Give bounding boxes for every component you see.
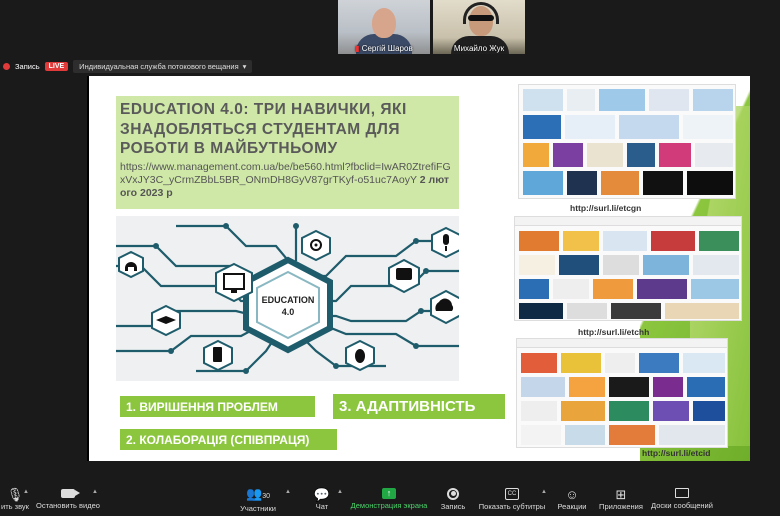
share-screen-button[interactable]: ↑ Демонстрация экрана [350, 482, 428, 516]
skill-adaptability: 3. АДАПТИВНІСТЬ [333, 394, 505, 419]
recording-status-bar: Запись LIVE Индивидуальная служба потоко… [0, 58, 253, 74]
education-40-illustration: EDUCATION 4.0 [116, 216, 459, 381]
chat-label: Чат [315, 502, 329, 511]
caret-up-icon: ▲ [23, 489, 29, 495]
whiteboards-label: Доски сообщений [651, 501, 713, 510]
show-captions-button[interactable]: CC Показать субтитры [478, 482, 546, 516]
chat-options-caret[interactable]: ▲ [336, 482, 344, 516]
apps-label: Приложения [599, 502, 643, 511]
participant-tile-2[interactable]: Михайло Жук [433, 0, 525, 54]
participant-name-text: Михайло Жук [453, 44, 505, 53]
presentation-slide: EDUCATION 4.0: ТРИ НАВИЧКИ, ЯКІ ЗНАДОБЛЯ… [89, 76, 750, 461]
recording-label[interactable]: Запись [15, 62, 40, 71]
apps-button[interactable]: ⊞ Приложения [598, 482, 644, 516]
slide-source-url: https://www.management.com.ua/be/be560.h… [120, 160, 451, 186]
whiteboard-icon [675, 488, 689, 498]
skill-collaboration: 2. КОЛАБОРАЦІЯ (СПІВПРАЦЯ) [120, 429, 337, 450]
participants-button[interactable]: 👥30 Участники [238, 482, 278, 516]
captions-options-caret[interactable]: ▲ [540, 482, 548, 516]
participants-options-caret[interactable]: ▲ [284, 482, 292, 516]
shared-screen: EDUCATION 4.0: ТРИ НАВИЧКИ, ЯКІ ЗНАДОБЛЯ… [87, 76, 750, 461]
record-label: Запись [440, 501, 466, 511]
chat-button[interactable]: 💬 Чат [309, 482, 335, 516]
reactions-label: Реакции [557, 502, 587, 511]
meeting-toolbar: 🎙 ить звук ▲ Остановить видео ▲ 👥30 Учас… [0, 482, 780, 516]
record-icon [447, 487, 459, 500]
participants-count: 30 [262, 492, 270, 500]
closed-captions-icon: CC [504, 487, 520, 500]
microphone-icon: 🎙 [6, 487, 24, 502]
live-badge[interactable]: LIVE [44, 61, 69, 71]
caret-up-icon: ▲ [541, 489, 547, 495]
participant-name: ▮ Сергій Шаров [338, 44, 430, 53]
share-screen-label: Демонстрация экрана [350, 501, 428, 510]
video-camera-icon [61, 488, 80, 498]
circuit-diagram: EDUCATION 4.0 [116, 223, 459, 374]
participant-tile-1[interactable]: ▮ Сергій Шаров [338, 0, 430, 54]
hexagon-label-bottom: 4.0 [282, 307, 295, 317]
caret-down-icon: ▾ [242, 61, 247, 71]
participant-headset [463, 2, 499, 24]
stream-service-label: Индивидуальная служба потокового вещания [79, 61, 239, 71]
participant-name: Михайло Жук [433, 44, 525, 53]
share-screen-icon: ↑ [382, 488, 396, 499]
hexagon-label-top: EDUCATION [262, 295, 315, 305]
slide-title: EDUCATION 4.0: ТРИ НАВИЧКИ, ЯКІ ЗНАДОБЛЯ… [120, 101, 407, 157]
caret-up-icon: ▲ [92, 489, 98, 495]
record-button[interactable]: Запись [438, 482, 468, 516]
skill-problem-solving: 1. ВИРІШЕННЯ ПРОБЛЕМ [120, 396, 315, 417]
video-options-caret[interactable]: ▲ [91, 482, 99, 516]
mute-options-caret[interactable]: ▲ [22, 482, 30, 516]
image-gallery-2 [514, 216, 742, 321]
slide-source-line: https://www.management.com.ua/be/be560.h… [120, 161, 455, 200]
apps-icon: ⊞ [615, 487, 627, 502]
gallery-link-2[interactable]: http://surl.li/etchh [578, 327, 649, 337]
gallery-link-3[interactable]: http://surl.li/etcid [642, 448, 710, 458]
participants-label: Участники [240, 503, 276, 513]
captions-label: Показать субтитры [478, 501, 546, 511]
participant-name-text: Сергій Шаров [361, 44, 413, 53]
stream-service-dropdown[interactable]: Индивидуальная служба потокового вещания… [73, 59, 253, 73]
caret-up-icon: ▲ [337, 489, 343, 495]
caret-up-icon: ▲ [285, 489, 291, 495]
reactions-button[interactable]: ☺ Реакции [555, 482, 589, 516]
participants-icon: 👥30 [246, 485, 270, 501]
chat-bubble-icon: 💬 [313, 487, 331, 502]
smiley-icon: ☺ [565, 487, 579, 502]
image-gallery-3 [516, 338, 728, 448]
muted-mic-icon: ▮ [355, 44, 360, 53]
participant-video-face [372, 8, 396, 38]
recording-dot-icon [3, 62, 10, 70]
whiteboards-button[interactable]: Доски сообщений [650, 482, 714, 516]
image-gallery-1 [518, 84, 736, 199]
gallery-link-1[interactable]: http://surl.li/etcgn [570, 203, 641, 213]
slide-title-box: EDUCATION 4.0: ТРИ НАВИЧКИ, ЯКІ ЗНАДОБЛЯ… [116, 96, 459, 209]
